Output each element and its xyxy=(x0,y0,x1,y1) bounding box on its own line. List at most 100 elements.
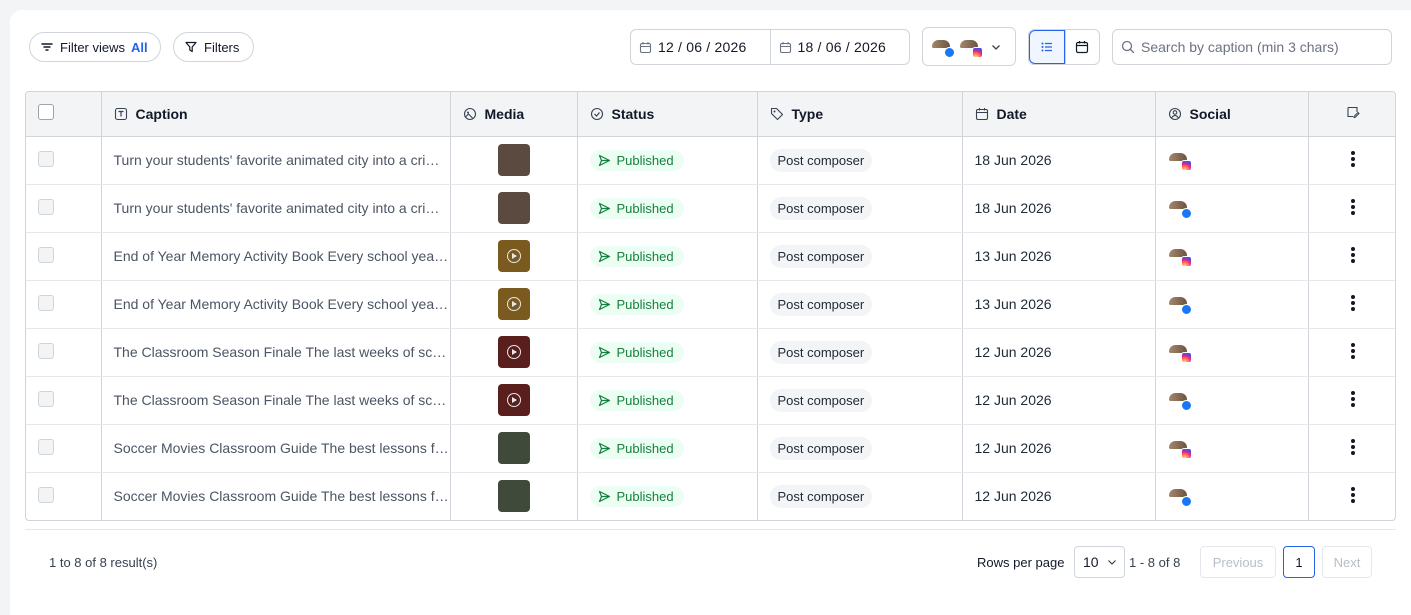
media-thumbnail[interactable] xyxy=(497,240,530,272)
calendar-view-button[interactable] xyxy=(1064,30,1100,64)
rows-per-page-label: Rows per page xyxy=(977,555,1065,570)
rows-per-page-value: 10 xyxy=(1083,554,1099,570)
search-icon xyxy=(1121,40,1135,54)
media-thumbnail[interactable] xyxy=(497,192,530,224)
post-date: 12 Jun 2026 xyxy=(974,440,1052,456)
more-options-icon[interactable] xyxy=(1350,245,1355,265)
send-icon xyxy=(598,154,610,166)
select-all-checkbox[interactable] xyxy=(38,104,54,121)
type-badge: Post composer xyxy=(769,388,873,412)
table-row[interactable]: Turn your students' favorite animated ci… xyxy=(26,184,1395,233)
row-select-cell xyxy=(26,136,102,185)
row-checkbox[interactable] xyxy=(38,198,54,215)
status-badge: Published xyxy=(589,245,684,267)
media-cell xyxy=(450,376,578,425)
row-actions-cell xyxy=(1308,376,1395,425)
table-row[interactable]: Soccer Movies Classroom Guide The best l… xyxy=(26,424,1395,473)
filter-views-button[interactable]: Filter views All xyxy=(29,32,161,62)
social-account-selector[interactable] xyxy=(922,27,1016,66)
caption-cell[interactable]: End of Year Memory Activity Book Every s… xyxy=(101,232,451,281)
media-header[interactable]: Media xyxy=(450,92,578,137)
media-thumbnail[interactable] xyxy=(497,144,530,176)
media-thumbnail[interactable] xyxy=(497,336,530,368)
caption-search[interactable] xyxy=(1112,29,1392,65)
filters-button[interactable]: Filters xyxy=(173,32,254,62)
social-cell xyxy=(1155,232,1309,281)
previous-page-button[interactable]: Previous xyxy=(1200,546,1276,578)
caption-cell[interactable]: End of Year Memory Activity Book Every s… xyxy=(101,280,451,329)
social-account-avatar xyxy=(1168,341,1192,363)
caption-cell[interactable]: The Classroom Season Finale The last wee… xyxy=(101,328,451,377)
row-select-cell xyxy=(26,424,102,473)
table-header-row: Caption Media Status Type Date Social xyxy=(26,92,1395,137)
play-icon xyxy=(506,249,521,263)
list-view-button[interactable] xyxy=(1029,30,1065,64)
instagram-icon xyxy=(1180,448,1192,459)
page-1-button[interactable]: 1 xyxy=(1283,546,1315,578)
more-options-icon[interactable] xyxy=(1350,293,1355,313)
end-date-field[interactable]: 18 / 06 / 2026 xyxy=(769,30,910,64)
row-checkbox[interactable] xyxy=(38,150,54,167)
row-select-cell xyxy=(26,184,102,233)
rows-per-page-select[interactable]: 10 xyxy=(1074,546,1125,578)
row-select-cell xyxy=(26,376,102,425)
row-checkbox[interactable] xyxy=(38,438,54,455)
caption-cell[interactable]: Soccer Movies Classroom Guide The best l… xyxy=(101,472,451,520)
row-checkbox[interactable] xyxy=(38,294,54,311)
social-header[interactable]: Social xyxy=(1155,92,1309,137)
row-actions-cell xyxy=(1308,136,1395,185)
row-checkbox[interactable] xyxy=(38,342,54,359)
date-cell: 12 Jun 2026 xyxy=(962,472,1156,520)
status-label: Published xyxy=(616,344,674,360)
funnel-icon xyxy=(185,41,197,53)
caption-cell[interactable]: The Classroom Season Finale The last wee… xyxy=(101,376,451,425)
start-date-field[interactable]: 12 / 06 / 2026 xyxy=(631,30,770,64)
more-options-icon[interactable] xyxy=(1350,197,1355,217)
status-cell: Published xyxy=(577,184,758,233)
more-options-icon[interactable] xyxy=(1350,341,1355,361)
social-cell xyxy=(1155,376,1309,425)
caption-cell[interactable]: Turn your students' favorite animated ci… xyxy=(101,184,451,233)
column-settings-cell xyxy=(1308,92,1395,137)
media-thumbnail[interactable] xyxy=(497,432,530,464)
facebook-icon xyxy=(1180,400,1192,411)
date-range-picker[interactable]: 12 / 06 / 2026 18 / 06 / 2026 xyxy=(630,29,910,65)
status-header[interactable]: Status xyxy=(577,92,758,137)
more-options-icon[interactable] xyxy=(1350,149,1355,169)
social-account-avatar xyxy=(1168,485,1192,508)
caption-cell[interactable]: Soccer Movies Classroom Guide The best l… xyxy=(101,424,451,473)
more-options-icon[interactable] xyxy=(1350,389,1355,409)
table-row[interactable]: End of Year Memory Activity Book Every s… xyxy=(26,232,1395,281)
type-header[interactable]: Type xyxy=(757,92,963,137)
table-row[interactable]: End of Year Memory Activity Book Every s… xyxy=(26,280,1395,329)
start-date-value: 12 / 06 / 2026 xyxy=(658,39,747,55)
caption-cell[interactable]: Turn your students' favorite animated ci… xyxy=(101,136,451,185)
row-checkbox[interactable] xyxy=(38,390,54,407)
type-cell: Post composer xyxy=(757,232,963,281)
instagram-icon xyxy=(1180,352,1192,363)
type-cell: Post composer xyxy=(757,424,963,473)
column-settings-icon[interactable] xyxy=(1346,105,1360,119)
send-icon xyxy=(598,394,610,406)
more-options-icon[interactable] xyxy=(1350,437,1355,457)
row-checkbox[interactable] xyxy=(38,246,54,263)
date-header[interactable]: Date xyxy=(962,92,1156,137)
table-row[interactable]: Turn your students' favorite animated ci… xyxy=(26,136,1395,185)
media-thumbnail[interactable] xyxy=(497,288,530,320)
table-row[interactable]: The Classroom Season Finale The last wee… xyxy=(26,376,1395,425)
search-input[interactable] xyxy=(1141,39,1381,55)
more-options-icon[interactable] xyxy=(1350,485,1355,505)
next-page-button[interactable]: Next xyxy=(1322,546,1372,578)
social-cell xyxy=(1155,424,1309,473)
status-cell: Published xyxy=(577,136,758,185)
caption-header[interactable]: Caption xyxy=(101,92,451,137)
row-checkbox[interactable] xyxy=(38,486,54,503)
status-cell: Published xyxy=(577,232,758,281)
media-thumbnail[interactable] xyxy=(497,384,530,416)
table-row[interactable]: Soccer Movies Classroom Guide The best l… xyxy=(26,472,1395,520)
media-cell xyxy=(450,232,578,281)
table-row[interactable]: The Classroom Season Finale The last wee… xyxy=(26,328,1395,377)
media-thumbnail[interactable] xyxy=(497,480,530,513)
media-cell xyxy=(450,184,578,233)
status-label: Published xyxy=(616,296,674,312)
